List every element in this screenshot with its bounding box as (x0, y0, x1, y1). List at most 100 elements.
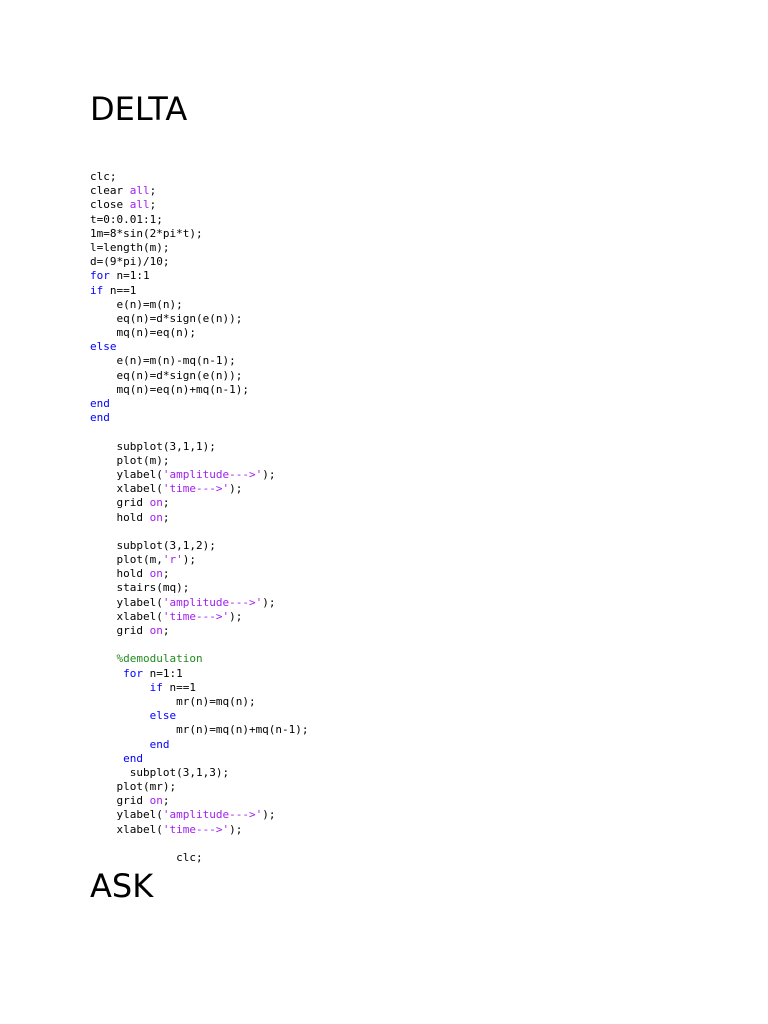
code-token-string: on (149, 794, 163, 808)
code-line: mq(n)=eq(n)+mq(n-1); (90, 383, 309, 397)
code-line: xlabel('time--->'); (90, 482, 309, 496)
code-line: end (90, 752, 309, 766)
code-token-text: ; (162, 794, 170, 808)
code-token-text: n=1:1 (109, 269, 150, 283)
code-token-text: subplot(3,1,1); (90, 439, 216, 453)
code-line: subplot(3,1,3); (90, 766, 309, 780)
code-token-keyword: if (90, 283, 104, 297)
code-line: stairs(mq); (90, 581, 309, 595)
code-token-text: eq(n)=d*sign(e(n)); (90, 311, 243, 325)
code-token-text: xlabel( (90, 609, 163, 623)
code-line: plot(m); (90, 454, 309, 468)
code-token-text: ylabel( (90, 808, 163, 822)
code-line: close all; (90, 198, 309, 212)
code-token-text: ); (182, 553, 196, 567)
code-token-string: 'time--->' (162, 482, 230, 496)
code-line: else (90, 340, 309, 354)
code-token-text: ); (262, 467, 276, 481)
code-token-text: mr(n)=mq(n)+mq(n-1); (90, 723, 309, 737)
code-token-string: on (149, 496, 163, 510)
code-token-text: stairs(mq); (90, 581, 190, 595)
code-token-text: ylabel( (90, 595, 163, 609)
code-line: clc; (90, 170, 309, 184)
code-token-text: ; (162, 496, 170, 510)
code-token-text: e(n)=m(n); (90, 297, 183, 311)
code-token-text: clear (90, 184, 130, 198)
code-token-text: e(n)=m(n)-mq(n-1); (90, 354, 236, 368)
code-token-text: eq(n)=d*sign(e(n)); (90, 368, 243, 382)
code-token-string: 'time--->' (162, 609, 230, 623)
code-line: for n=1:1 (90, 269, 309, 283)
code-line: plot(mr); (90, 780, 309, 794)
code-token-text: subplot(3,1,2); (90, 538, 216, 552)
code-token-text: 1m=8*sin(2*pi*t); (90, 226, 203, 240)
code-line: mr(n)=mq(n)+mq(n-1); (90, 723, 309, 737)
code-token-text: n==1 (103, 283, 137, 297)
section-heading-delta: DELTA (90, 90, 188, 128)
code-token-keyword: else (149, 709, 177, 723)
code-line: hold on; (90, 567, 309, 581)
code-line: clear all; (90, 184, 309, 198)
code-token-string: on (149, 567, 163, 581)
code-line: t=0:0.01:1; (90, 213, 309, 227)
code-token-text: t=0:0.01:1; (90, 212, 163, 226)
code-token-text: mr(n)=mq(n); (90, 694, 256, 708)
code-line: else (90, 709, 309, 723)
code-line: subplot(3,1,2); (90, 539, 309, 553)
code-line: for n=1:1 (90, 667, 309, 681)
code-token-text: n==1 (162, 680, 196, 694)
code-line: xlabel('time--->'); (90, 610, 309, 624)
code-token-string: on (149, 510, 163, 524)
code-line: plot(m,'r'); (90, 553, 309, 567)
code-token-text: hold (90, 567, 150, 581)
section-heading-ask: ASK (90, 867, 154, 905)
code-token-text: ; (149, 184, 157, 198)
code-line: end (90, 411, 309, 425)
code-token-text: n=1:1 (143, 666, 183, 680)
code-token-keyword: end (90, 411, 110, 425)
code-token-text: l=length(m); (90, 240, 170, 254)
code-line: if n==1 (90, 681, 309, 695)
code-token-text: d=(9*pi)/10; (90, 255, 170, 269)
code-line: if n==1 (90, 284, 309, 298)
code-token-string: 'r' (162, 553, 183, 567)
code-line: %demodulation (90, 652, 309, 666)
code-line: 1m=8*sin(2*pi*t); (90, 227, 309, 241)
code-token-text: grid (90, 794, 150, 808)
code-token-text: xlabel( (90, 822, 163, 836)
code-token-keyword: end (90, 397, 110, 410)
code-line: hold on; (90, 511, 309, 525)
code-token-text: ylabel( (90, 467, 163, 481)
code-line: mq(n)=eq(n); (90, 326, 309, 340)
code-line: grid on; (90, 496, 309, 510)
code-token-keyword: end (149, 737, 170, 751)
code-token-text: ; (162, 510, 170, 524)
code-token-text: grid (90, 624, 150, 637)
code-line: ylabel('amplitude--->'); (90, 808, 309, 822)
code-token-text: hold (90, 510, 150, 524)
code-token-keyword: end (123, 751, 143, 765)
code-token-text: plot(mr); (90, 780, 177, 794)
code-line: l=length(m); (90, 241, 309, 255)
code-line: ylabel('amplitude--->'); (90, 468, 309, 482)
code-token-text: clc; (90, 851, 203, 864)
code-token-text: ); (229, 609, 243, 623)
code-line: grid on; (90, 624, 309, 638)
code-token-string: 'amplitude--->' (162, 467, 263, 481)
code-line: xlabel('time--->'); (90, 823, 309, 837)
code-line: mr(n)=mq(n); (90, 695, 309, 709)
code-block: clc; clear all; close all; t=0:0.01:1; 1m=8*… (90, 170, 309, 865)
code-line: grid on; (90, 794, 309, 808)
code-token-text: clc; (90, 170, 117, 183)
code-token-keyword: for (123, 666, 143, 680)
code-line: clc; (90, 851, 309, 865)
code-token-string: all (129, 198, 150, 212)
code-token-string: 'amplitude--->' (162, 595, 263, 609)
